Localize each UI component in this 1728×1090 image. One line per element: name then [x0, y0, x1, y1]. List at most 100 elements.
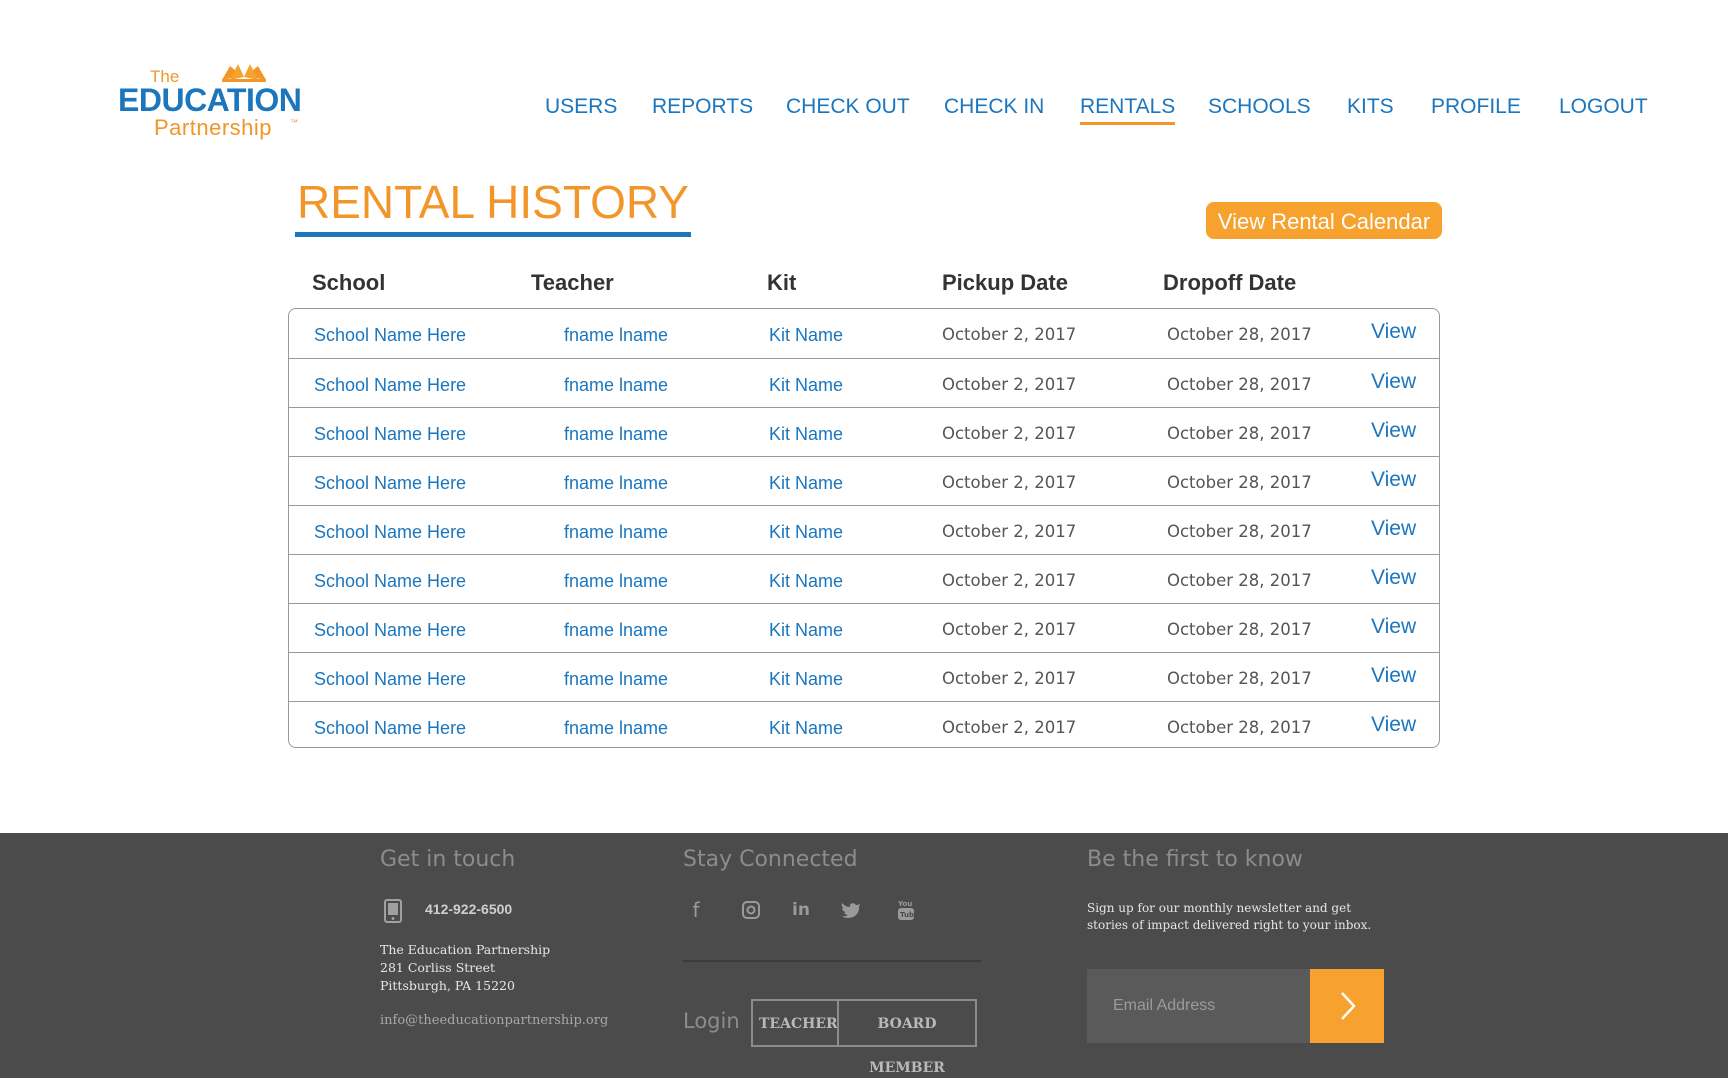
nav-check-in[interactable]: CHECK IN [944, 94, 1044, 120]
site-footer: Get in touch 412-922-6500 The Education … [0, 833, 1728, 1078]
footer-contact-heading: Get in touch [380, 847, 516, 872]
teacher-name-link[interactable]: fname lname [564, 570, 668, 592]
footer-email-link[interactable]: info@theeducationpartnership.org [380, 1013, 608, 1028]
board-member-login-button[interactable]: BOARD MEMBER [837, 999, 977, 1076]
nav-profile[interactable]: PROFILE [1431, 94, 1521, 120]
footer-newsletter-heading: Be the first to know [1087, 847, 1303, 872]
table-row: School Name Here fname lname Kit Name Octob… [289, 554, 1439, 604]
view-rental-calendar-button[interactable]: View Rental Calendar [1206, 202, 1442, 239]
newsletter-text-line-1: Sign up for our monthly newsletter and g… [1087, 901, 1352, 915]
kit-name-link[interactable]: Kit Name [769, 423, 843, 445]
school-name-link[interactable]: School Name Here [314, 619, 466, 641]
rental-table: School Name Here fname lname Kit Name Octob… [288, 308, 1440, 748]
pickup-date: October 2, 2017 [942, 325, 1077, 344]
teacher-name-link[interactable]: fname lname [564, 324, 668, 346]
table-row: School Name Here fname lname Kit Name Octob… [289, 505, 1439, 555]
pickup-date: October 2, 2017 [942, 473, 1077, 492]
teacher-name-link[interactable]: fname lname [564, 521, 668, 543]
newsletter-submit-button[interactable] [1310, 969, 1384, 1043]
table-row: School Name Here fname lname Kit Name Octob… [289, 407, 1439, 457]
school-name-link[interactable]: School Name Here [314, 374, 466, 396]
facebook-icon[interactable]: f [681, 895, 711, 925]
table-row: School Name Here fname lname Kit Name Octob… [289, 309, 1439, 358]
footer-divider [683, 960, 981, 962]
main-nav: USERS REPORTS CHECK OUT CHECK IN RENTALS… [0, 94, 1728, 125]
school-name-link[interactable]: School Name Here [314, 570, 466, 592]
school-name-link[interactable]: School Name Here [314, 668, 466, 690]
teacher-name-link[interactable]: fname lname [564, 619, 668, 641]
page-title: RENTAL HISTORY [295, 174, 691, 237]
view-link[interactable]: View [1371, 665, 1416, 687]
kit-name-link[interactable]: Kit Name [769, 324, 843, 346]
view-link[interactable]: View [1371, 567, 1416, 589]
column-header-dropoff-date: Dropoff Date [1163, 270, 1297, 295]
column-header-school: School [312, 270, 386, 295]
dropoff-date: October 28, 2017 [1167, 669, 1312, 688]
dropoff-date: October 28, 2017 [1167, 522, 1312, 541]
pickup-date: October 2, 2017 [942, 424, 1077, 443]
teacher-name-link[interactable]: fname lname [564, 472, 668, 494]
nav-users[interactable]: USERS [545, 94, 617, 120]
view-link[interactable]: View [1371, 616, 1416, 638]
dropoff-date: October 28, 2017 [1167, 375, 1312, 394]
school-name-link[interactable]: School Name Here [314, 324, 466, 346]
nav-rentals[interactable]: RENTALS [1080, 94, 1176, 125]
column-header-teacher: Teacher [531, 270, 614, 295]
kit-name-link[interactable]: Kit Name [769, 619, 843, 641]
view-link[interactable]: View [1371, 420, 1416, 442]
svg-text:You: You [897, 900, 912, 908]
kit-name-link[interactable]: Kit Name [769, 472, 843, 494]
view-link[interactable]: View [1371, 714, 1416, 736]
teacher-name-link[interactable]: fname lname [564, 374, 668, 396]
nav-kits[interactable]: KITS [1347, 94, 1394, 120]
dropoff-date: October 28, 2017 [1167, 620, 1312, 639]
newsletter-email-input[interactable] [1087, 969, 1310, 1043]
nav-logout[interactable]: LOGOUT [1559, 94, 1648, 120]
dropoff-date: October 28, 2017 [1167, 424, 1312, 443]
view-link[interactable]: View [1371, 518, 1416, 540]
teacher-name-link[interactable]: fname lname [564, 423, 668, 445]
table-row: School Name Here fname lname Kit Name Octob… [289, 358, 1439, 408]
school-name-link[interactable]: School Name Here [314, 717, 466, 739]
table-row: School Name Here fname lname Kit Name Octob… [289, 652, 1439, 702]
footer-phone[interactable]: 412-922-6500 [425, 901, 512, 917]
footer-address-line-3: Pittsburgh, PA 15220 [380, 978, 515, 993]
nav-reports[interactable]: REPORTS [652, 94, 753, 120]
twitter-icon[interactable] [836, 895, 866, 925]
kit-name-link[interactable]: Kit Name [769, 668, 843, 690]
kit-name-link[interactable]: Kit Name [769, 521, 843, 543]
kit-name-link[interactable]: Kit Name [769, 374, 843, 396]
view-link[interactable]: View [1371, 371, 1416, 393]
dropoff-date: October 28, 2017 [1167, 473, 1312, 492]
nav-schools[interactable]: SCHOOLS [1208, 94, 1311, 120]
school-name-link[interactable]: School Name Here [314, 423, 466, 445]
view-link[interactable]: View [1371, 321, 1416, 343]
school-name-link[interactable]: School Name Here [314, 472, 466, 494]
teacher-name-link[interactable]: fname lname [564, 668, 668, 690]
dropoff-date: October 28, 2017 [1167, 718, 1312, 737]
column-header-kit: Kit [767, 270, 797, 295]
footer-social-heading: Stay Connected [683, 847, 858, 872]
table-row: School Name Here fname lname Kit Name Octob… [289, 701, 1439, 747]
youtube-icon[interactable]: You Tube [891, 895, 921, 925]
kit-name-link[interactable]: Kit Name [769, 570, 843, 592]
dropoff-date: October 28, 2017 [1167, 571, 1312, 590]
column-header-pickup-date: Pickup Date [942, 270, 1068, 295]
linkedin-icon[interactable]: in [786, 895, 816, 925]
instagram-icon[interactable] [736, 895, 766, 925]
school-name-link[interactable]: School Name Here [314, 521, 466, 543]
teacher-login-button[interactable]: TEACHER [751, 999, 839, 1047]
chevron-right-icon [1341, 992, 1356, 1020]
phone-icon [384, 899, 402, 923]
view-link[interactable]: View [1371, 469, 1416, 491]
footer-login-label: Login [683, 1009, 740, 1033]
pickup-date: October 2, 2017 [942, 571, 1077, 590]
pickup-date: October 2, 2017 [942, 522, 1077, 541]
footer-address-line-1: The Education Partnership [380, 942, 551, 957]
nav-check-out[interactable]: CHECK OUT [786, 94, 910, 120]
kit-name-link[interactable]: Kit Name [769, 717, 843, 739]
teacher-name-link[interactable]: fname lname [564, 717, 668, 739]
table-row: School Name Here fname lname Kit Name Octob… [289, 603, 1439, 653]
table-row: School Name Here fname lname Kit Name Octob… [289, 456, 1439, 506]
open-book-icon [222, 64, 266, 82]
